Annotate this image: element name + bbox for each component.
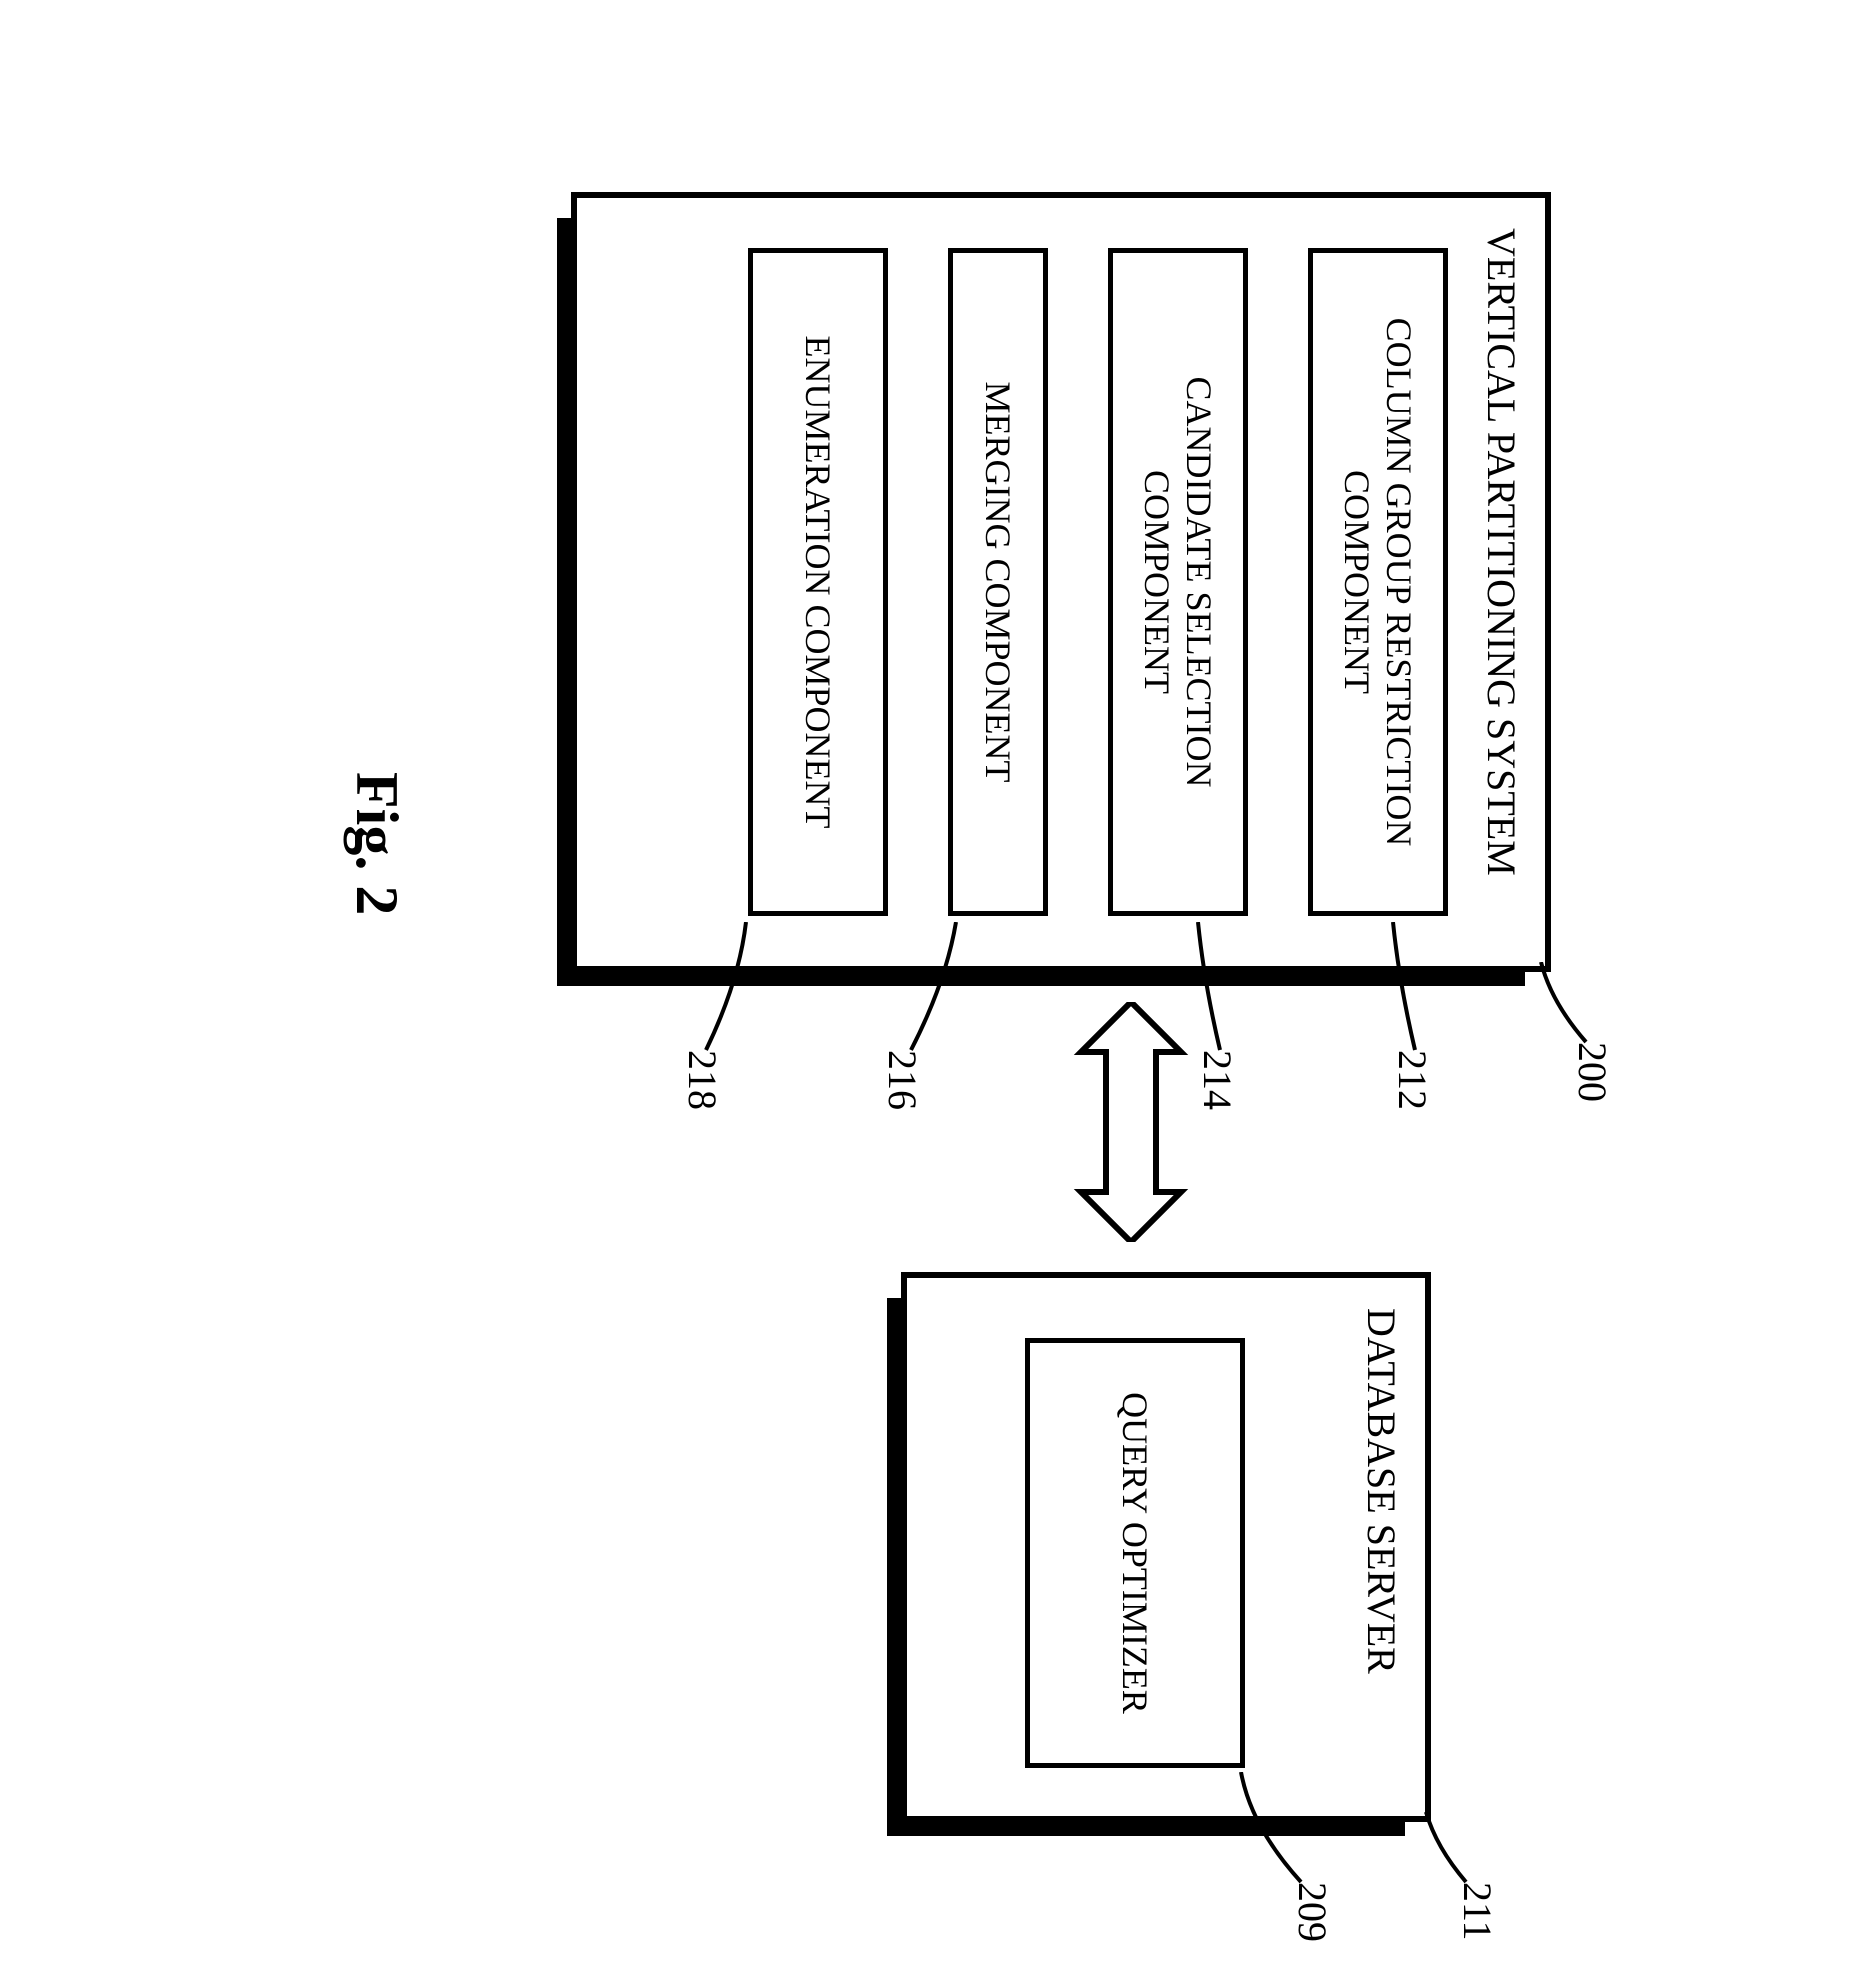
component-label: MERGING COMPONENT [977, 381, 1019, 782]
column-group-restriction-component: COLUMN GROUP RESTRICTION COMPONENT [1308, 248, 1448, 916]
component-label: COLUMN GROUP RESTRICTION COMPONENT [1336, 263, 1420, 901]
enumeration-component: ENUMERATION COMPONENT [748, 248, 888, 916]
leader-200 [1531, 962, 1591, 1052]
ref-214: 214 [1194, 1050, 1241, 1110]
component-label: CANDIDATE SELECTION COMPONENT [1136, 263, 1220, 901]
leader-209 [1236, 1772, 1306, 1892]
leader-211 [1411, 1812, 1471, 1892]
candidate-selection-component: CANDIDATE SELECTION COMPONENT [1108, 248, 1248, 916]
leader-212 [1386, 922, 1421, 1057]
vp-system-title: VERTICAL PARTITIONING SYSTEM [1468, 198, 1545, 966]
database-server-box: DATABASE SERVER QUERY OPTIMIZER [901, 1272, 1431, 1822]
db-server-title: DATABASE SERVER [1348, 1278, 1425, 1816]
leader-214 [1191, 922, 1226, 1057]
figure-label: Fig. 2 [342, 772, 411, 915]
vertical-partitioning-system-box: VERTICAL PARTITIONING SYSTEM COLUMN GROU… [571, 192, 1551, 972]
query-optimizer-label: QUERY OPTIMIZER [1114, 1392, 1156, 1714]
bidirectional-arrow-icon [1071, 1002, 1191, 1242]
ref-218: 218 [679, 1050, 726, 1110]
diagram-canvas: VERTICAL PARTITIONING SYSTEM COLUMN GROU… [131, 92, 1731, 1892]
leader-218 [696, 922, 751, 1057]
component-label: ENUMERATION COMPONENT [797, 336, 839, 829]
leader-216 [901, 922, 961, 1057]
merging-component: MERGING COMPONENT [948, 248, 1048, 916]
query-optimizer-box: QUERY OPTIMIZER [1025, 1338, 1245, 1768]
ref-216: 216 [879, 1050, 926, 1110]
ref-212: 212 [1389, 1050, 1436, 1110]
